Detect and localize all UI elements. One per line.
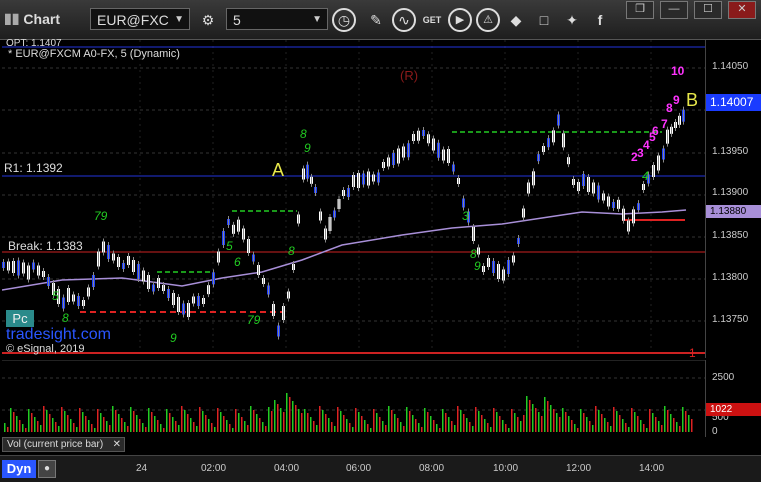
watermark: tradesight.com bbox=[6, 326, 111, 343]
comment-icon[interactable]: □ bbox=[532, 8, 556, 32]
svg-text:9: 9 bbox=[474, 259, 481, 273]
point-b-label: B bbox=[686, 90, 699, 110]
svg-text:5: 5 bbox=[226, 239, 233, 253]
price-axis[interactable]: 1.14050 1.14000 1.13950 1.13900 1.13850 … bbox=[705, 40, 761, 358]
seq-4: 4 bbox=[643, 138, 650, 152]
close-button[interactable]: ✕ bbox=[728, 1, 756, 19]
r1-label: R1: 1.1392 bbox=[4, 161, 63, 175]
price-tick: 1.13850 bbox=[712, 230, 749, 241]
get-icon[interactable]: GET bbox=[420, 8, 444, 32]
seq-5: 5 bbox=[649, 130, 656, 144]
line-marker-1: 1 bbox=[689, 346, 696, 360]
svg-text:79: 79 bbox=[94, 209, 108, 223]
svg-text:8: 8 bbox=[300, 127, 307, 141]
copyright: © eSignal, 2019 bbox=[6, 343, 85, 355]
volume-axis: 2500 500 0 1022 bbox=[705, 360, 761, 437]
maximize-button[interactable]: ☐ bbox=[694, 1, 722, 19]
price-chart[interactable]: 7989 795889 956834 bbox=[2, 40, 705, 358]
restore-button[interactable]: ❒ bbox=[626, 1, 654, 19]
price-tick: 1.13800 bbox=[712, 272, 749, 283]
interval-select[interactable]: 5 ▼ bbox=[226, 8, 328, 30]
svg-text:3: 3 bbox=[462, 209, 469, 223]
volume-study-label[interactable]: Vol (current price bar) ✕ bbox=[2, 437, 125, 452]
svg-text:8: 8 bbox=[62, 311, 69, 325]
volume-tick: 0 bbox=[712, 426, 718, 437]
break-label: Break: 1.1383 bbox=[8, 239, 83, 253]
svg-text:4: 4 bbox=[642, 169, 649, 183]
point-a-label: A bbox=[272, 160, 285, 180]
lock-icon[interactable]: ● bbox=[38, 460, 56, 478]
price-tick: 1.13750 bbox=[712, 314, 749, 325]
svg-text:79: 79 bbox=[247, 313, 261, 327]
volume-tick: 2500 bbox=[712, 372, 735, 383]
twitter-icon[interactable]: ✦ bbox=[560, 8, 584, 32]
close-icon[interactable]: ✕ bbox=[113, 438, 121, 452]
alert-icon[interactable]: ⚠ bbox=[476, 8, 500, 32]
svg-text:6: 6 bbox=[234, 255, 241, 269]
time-label: 04:00 bbox=[274, 463, 300, 474]
svg-text:9: 9 bbox=[170, 331, 177, 345]
chevron-down-icon[interactable]: ▼ bbox=[312, 9, 322, 31]
time-label: 06:00 bbox=[346, 463, 372, 474]
svg-text:9: 9 bbox=[304, 141, 311, 155]
toolbar: ▮▮ Chart EUR@FXC ▼ ⚙ 5 ▼ ◷ ✎ ∿ GET ▶ ⚠ ◆ □… bbox=[0, 0, 761, 40]
indicator-icon[interactable]: ∿ bbox=[392, 8, 416, 32]
minimize-button[interactable]: — bbox=[660, 1, 688, 19]
svg-text:5: 5 bbox=[52, 289, 59, 303]
symbol-input[interactable]: EUR@FXC ▼ bbox=[90, 8, 190, 30]
chart-icon: ▮▮ bbox=[4, 10, 20, 26]
seq-2: 2 bbox=[631, 150, 638, 164]
time-label: 02:00 bbox=[201, 463, 227, 474]
play-icon[interactable]: ▶ bbox=[448, 8, 472, 32]
settings-gear-icon[interactable]: ⚙ bbox=[196, 8, 220, 32]
price-tick: 1.13900 bbox=[712, 187, 749, 198]
time-label: 10:00 bbox=[493, 463, 519, 474]
time-label: 24 bbox=[136, 463, 148, 474]
time-label: 14:00 bbox=[639, 463, 665, 474]
seq-9: 9 bbox=[673, 93, 680, 107]
chevron-down-icon[interactable]: ▼ bbox=[174, 9, 184, 31]
pc-button[interactable]: Pc bbox=[6, 310, 34, 327]
last-price-badge: 1.14007 bbox=[706, 94, 761, 111]
link-icon[interactable]: ◆ bbox=[504, 8, 528, 32]
pencil-icon[interactable]: ✎ bbox=[364, 8, 388, 32]
volume-chart[interactable] bbox=[2, 360, 705, 437]
clock-icon[interactable]: ◷ bbox=[332, 8, 356, 32]
seq-7: 7 bbox=[661, 117, 668, 131]
time-label: 08:00 bbox=[419, 463, 445, 474]
window-title: ▮▮ Chart bbox=[4, 10, 60, 27]
ma-price-badge: 1.13880 bbox=[706, 205, 761, 218]
dyn-button[interactable]: Dyn bbox=[2, 460, 36, 478]
series-title: * EUR@FXCM A0-FX, 5 (Dynamic) bbox=[8, 48, 180, 60]
svg-text:8: 8 bbox=[288, 244, 295, 258]
time-axis-bar: Dyn ● 24 02:00 04:00 06:00 08:00 10:00 1… bbox=[0, 455, 761, 482]
facebook-icon[interactable]: f bbox=[588, 8, 612, 32]
seq-3: 3 bbox=[637, 146, 644, 160]
time-label: 12:00 bbox=[566, 463, 592, 474]
seq-8: 8 bbox=[666, 101, 673, 115]
price-tick: 1.13950 bbox=[712, 146, 749, 157]
volume-last-badge: 1022 bbox=[706, 403, 761, 416]
r-marker: (R) bbox=[400, 68, 419, 83]
seq-10: 10 bbox=[671, 64, 685, 78]
price-tick: 1.14050 bbox=[712, 61, 749, 72]
